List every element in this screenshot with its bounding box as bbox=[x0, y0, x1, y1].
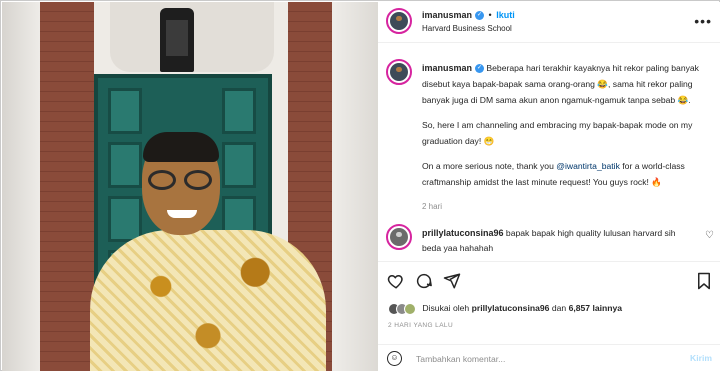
caption-paragraph-1: imanusman ✓ Beberapa hari terakhir kayakn… bbox=[422, 60, 712, 108]
caption-author-username[interactable]: imanusman bbox=[422, 63, 472, 73]
commenter-avatar[interactable] bbox=[386, 224, 412, 250]
likes-count[interactable]: 6,857 lainnya bbox=[569, 303, 623, 313]
post-header: imanusman ✓ • Ikuti Harvard Business Scho… bbox=[378, 2, 720, 43]
post-location[interactable]: Harvard Business School bbox=[422, 24, 512, 33]
caption-author-avatar[interactable] bbox=[386, 59, 412, 85]
door-pane bbox=[222, 88, 256, 134]
photo-brick-left bbox=[40, 2, 96, 371]
add-comment-bar: ☺ Kirim bbox=[378, 344, 720, 371]
verified-badge-icon: ✓ bbox=[475, 64, 485, 74]
door-pane bbox=[222, 142, 256, 188]
door-pane bbox=[108, 88, 142, 134]
author-username[interactable]: imanusman bbox=[422, 10, 472, 20]
header-title-row: imanusman ✓ • Ikuti bbox=[422, 10, 515, 21]
comment-like-heart-icon[interactable]: ♡ bbox=[705, 230, 714, 241]
bookmark-icon[interactable] bbox=[696, 272, 712, 290]
post-photo[interactable] bbox=[2, 2, 378, 371]
photo-lantern bbox=[160, 8, 194, 72]
comment-icon[interactable] bbox=[415, 272, 433, 290]
door-pane bbox=[108, 142, 142, 188]
photo-glasses bbox=[148, 170, 214, 192]
caption-paragraph-2: So, here I am channeling and embracing m… bbox=[422, 120, 693, 146]
instagram-post-window: imanusman ✓ • Ikuti Harvard Business Scho… bbox=[0, 0, 720, 371]
add-comment-input[interactable] bbox=[416, 351, 666, 366]
comment-item: prillylatuconsina96 bapak bapak high qua… bbox=[422, 226, 694, 256]
follow-button[interactable]: Ikuti bbox=[496, 10, 515, 20]
photo-wall-left bbox=[2, 2, 42, 371]
post-comment-button[interactable]: Kirim bbox=[690, 353, 712, 363]
caption-timestamp[interactable]: 2 hari bbox=[422, 199, 712, 215]
glasses-lens bbox=[148, 170, 176, 190]
photo-person-hair bbox=[143, 132, 219, 162]
verified-badge-icon: ✓ bbox=[475, 11, 485, 21]
likes-summary: Disukai oleh prillylatuconsina96 dan 6,8… bbox=[388, 302, 622, 315]
glasses-lens bbox=[184, 170, 212, 190]
posted-ago[interactable]: 2 HARI YANG LALU bbox=[388, 322, 453, 329]
door-pane bbox=[108, 196, 142, 242]
post-caption: imanusman ✓ Beberapa hari terakhir kayakn… bbox=[422, 60, 712, 224]
photo-batik-shirt bbox=[90, 230, 326, 371]
photo-smile bbox=[167, 210, 197, 218]
author-avatar[interactable] bbox=[386, 8, 412, 34]
likes-prefix: Disukai oleh bbox=[422, 303, 470, 313]
caption-paragraph-3: On a more serious note, thank you @iwant… bbox=[422, 158, 712, 190]
commenter-username[interactable]: prillylatuconsina96 bbox=[422, 228, 504, 238]
liker-avatar bbox=[404, 302, 416, 315]
caption-mention[interactable]: @iwantirta_batik bbox=[556, 161, 620, 171]
follow-separator: • bbox=[488, 10, 492, 20]
likes-joiner: dan bbox=[551, 303, 567, 313]
photo-wall-right bbox=[332, 2, 378, 371]
caption-text-3a: On a more serious note, thank you bbox=[422, 161, 557, 171]
post-side-panel: imanusman ✓ • Ikuti Harvard Business Scho… bbox=[378, 2, 720, 371]
likes-user[interactable]: prillylatuconsina96 bbox=[472, 303, 550, 313]
more-horizontal-icon[interactable]: ••• bbox=[694, 13, 712, 29]
heart-icon[interactable] bbox=[387, 272, 405, 290]
share-icon[interactable] bbox=[443, 272, 461, 290]
emoji-icon[interactable]: ☺ bbox=[387, 351, 402, 366]
